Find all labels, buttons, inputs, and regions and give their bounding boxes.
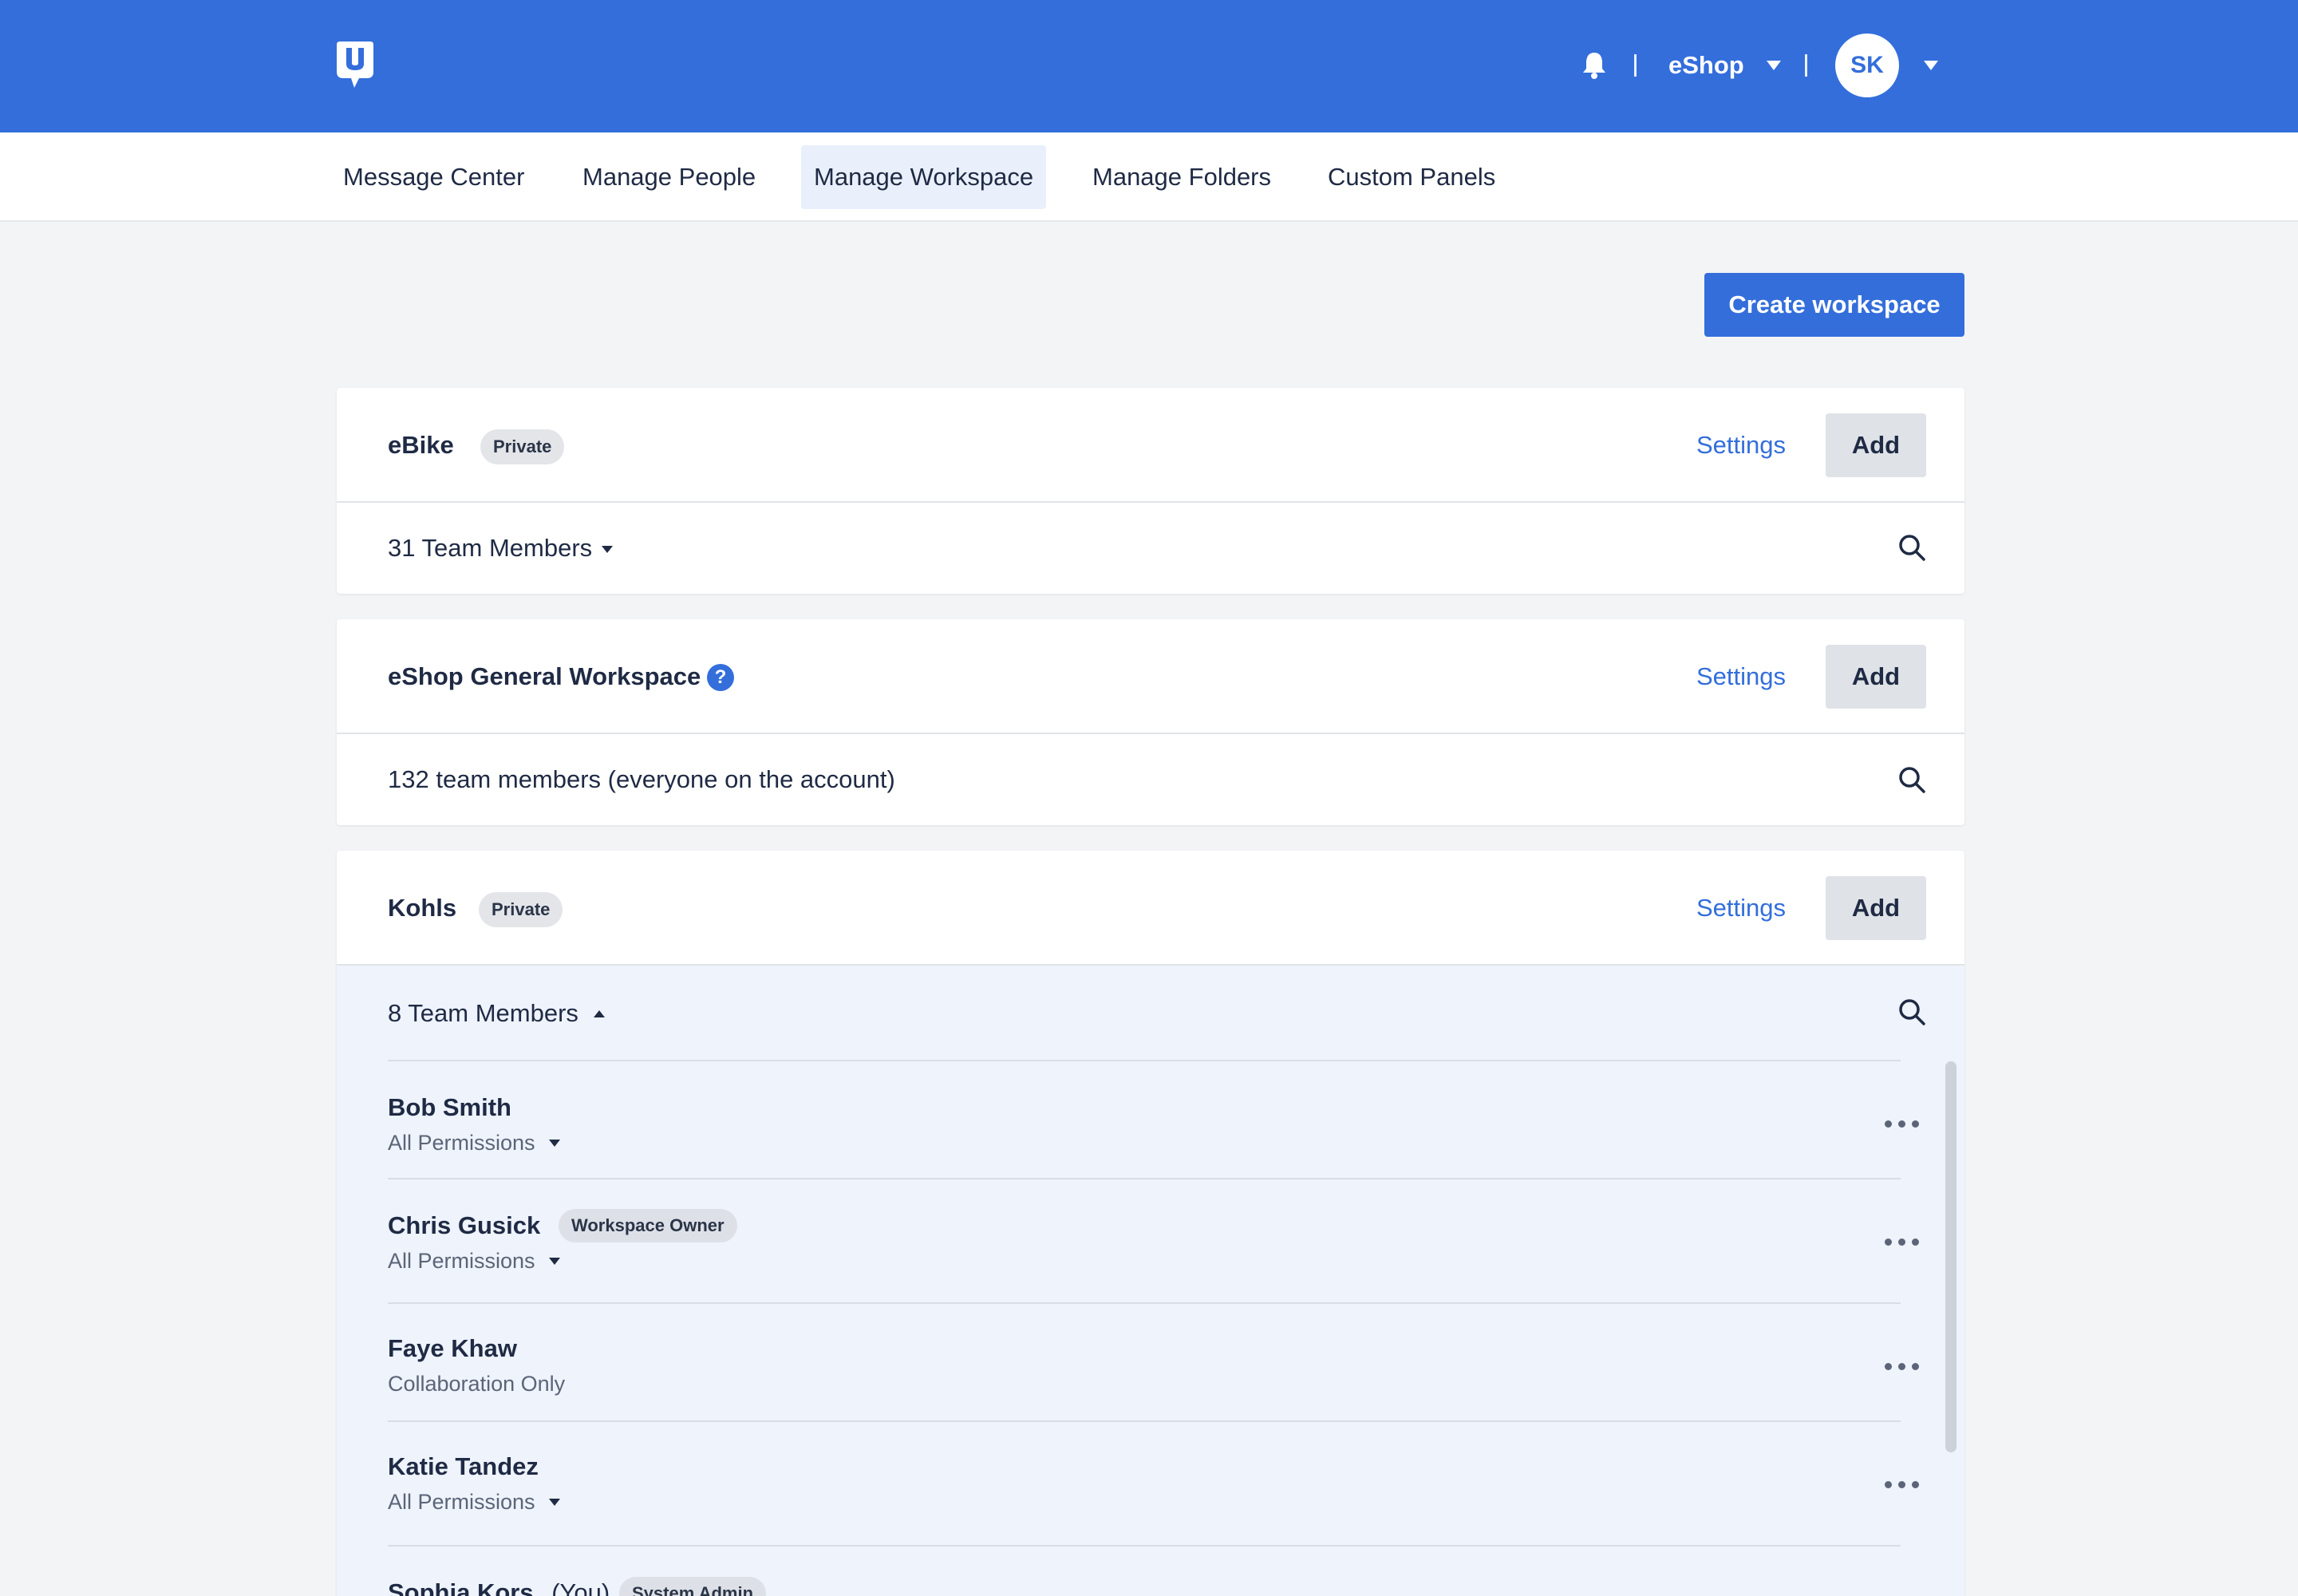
system-admin-badge: System Admin xyxy=(619,1577,767,1596)
members-panel: 8 Team Members Bob Smith All Permissions… xyxy=(337,966,1964,1596)
settings-link[interactable]: Settings xyxy=(1696,428,1786,463)
tab-manage-folders[interactable]: Manage Folders xyxy=(1080,145,1284,209)
workspace-card-header: Kohls Private Settings Add xyxy=(337,851,1964,966)
create-workspace-button[interactable]: Create workspace xyxy=(1704,273,1964,337)
divider xyxy=(1805,54,1807,77)
member-name: Sophia Kors (You) xyxy=(388,1575,610,1596)
tab-custom-panels[interactable]: Custom Panels xyxy=(1315,145,1508,209)
team-members-row: 8 Team Members xyxy=(337,966,1964,1060)
private-badge: Private xyxy=(479,892,563,927)
members-scrollbar[interactable] xyxy=(1945,1061,1956,1452)
add-member-button[interactable]: Add xyxy=(1826,645,1926,709)
permission-chevron-down-icon[interactable] xyxy=(549,1258,560,1265)
workspace-card-header: eShop General Workspace ? Settings Add xyxy=(337,619,1964,734)
divider xyxy=(1634,54,1637,77)
member-name: Faye Khaw xyxy=(388,1334,517,1362)
team-members-toggle[interactable]: 31 Team Members xyxy=(388,531,592,566)
member-row: Chris Gusick Workspace Owner All Permiss… xyxy=(388,1178,1919,1302)
team-members-toggle[interactable]: 8 Team Members xyxy=(388,996,578,1031)
workspace-card-eshop-general: eShop General Workspace ? Settings Add 1… xyxy=(337,619,1964,825)
more-options-icon[interactable] xyxy=(1885,1481,1920,1489)
search-icon[interactable] xyxy=(1897,998,1926,1026)
team-members-row: 132 team members (everyone on the accoun… xyxy=(337,734,1964,825)
member-permission[interactable]: All Permissions xyxy=(388,1486,535,1518)
settings-link[interactable]: Settings xyxy=(1696,891,1786,926)
member-row: Faye Khaw Collaboration Only xyxy=(388,1302,1919,1420)
tab-manage-workspace[interactable]: Manage Workspace xyxy=(801,145,1047,209)
more-options-icon[interactable] xyxy=(1885,1120,1920,1128)
top-bar-right: eShop SK xyxy=(1564,0,1955,132)
add-member-button[interactable]: Add xyxy=(1826,876,1926,940)
member-name-text: Sophia Kors xyxy=(388,1578,534,1596)
user-avatar[interactable]: SK xyxy=(1835,34,1899,97)
member-name: Chris Gusick xyxy=(388,1211,541,1239)
account-chevron-down-icon[interactable] xyxy=(1767,61,1781,70)
question-circle-icon[interactable]: ? xyxy=(707,664,734,691)
private-badge: Private xyxy=(480,429,565,464)
workspace-card-kohls: Kohls Private Settings Add 8 Team Member… xyxy=(337,851,1964,1596)
permission-chevron-down-icon[interactable] xyxy=(549,1140,560,1147)
member-permission[interactable]: All Permissions xyxy=(388,1245,535,1277)
notifications-bell-icon[interactable] xyxy=(1580,50,1609,81)
team-members-row: 31 Team Members xyxy=(337,503,1964,594)
member-permission[interactable]: All Permissions xyxy=(388,1127,535,1159)
chevron-up-icon[interactable] xyxy=(594,1010,605,1017)
more-options-icon[interactable] xyxy=(1885,1238,1920,1246)
permission-chevron-down-icon[interactable] xyxy=(549,1499,560,1506)
you-label: (You) xyxy=(551,1578,610,1596)
workspace-owner-badge: Workspace Owner xyxy=(559,1209,737,1242)
settings-link[interactable]: Settings xyxy=(1696,659,1786,694)
main-nav: Message Center Manage People Manage Work… xyxy=(0,132,2298,222)
app-logo-icon[interactable] xyxy=(335,40,375,91)
search-icon[interactable] xyxy=(1897,533,1926,562)
member-permission: Collaboration Only xyxy=(388,1372,566,1396)
more-options-icon[interactable] xyxy=(1885,1363,1920,1371)
team-members-summary: 132 team members (everyone on the accoun… xyxy=(388,765,895,793)
chevron-down-icon[interactable] xyxy=(602,546,613,553)
workspace-card-ebike: eBike Private Settings Add 31 Team Membe… xyxy=(337,388,1964,594)
tab-message-center[interactable]: Message Center xyxy=(330,145,537,209)
member-row: Sophia Kors (You) System Admin xyxy=(388,1545,1901,1596)
member-row: Bob Smith All Permissions xyxy=(388,1060,1919,1178)
workspace-name: Kohls xyxy=(388,894,457,922)
member-row: Katie Tandez All Permissions xyxy=(388,1420,1919,1545)
member-name: Bob Smith xyxy=(388,1093,511,1121)
workspace-card-header: eBike Private Settings Add xyxy=(337,388,1964,503)
search-icon[interactable] xyxy=(1897,765,1926,794)
user-menu-chevron-down-icon[interactable] xyxy=(1924,61,1938,70)
workspace-name: eShop General Workspace xyxy=(388,662,701,690)
add-member-button[interactable]: Add xyxy=(1826,413,1926,477)
account-switcher-label[interactable]: eShop xyxy=(1668,48,1744,83)
tab-manage-people[interactable]: Manage People xyxy=(570,145,768,209)
top-bar: eShop SK xyxy=(0,0,2298,132)
workspace-name: eBike xyxy=(388,431,454,459)
member-name: Katie Tandez xyxy=(388,1452,539,1480)
